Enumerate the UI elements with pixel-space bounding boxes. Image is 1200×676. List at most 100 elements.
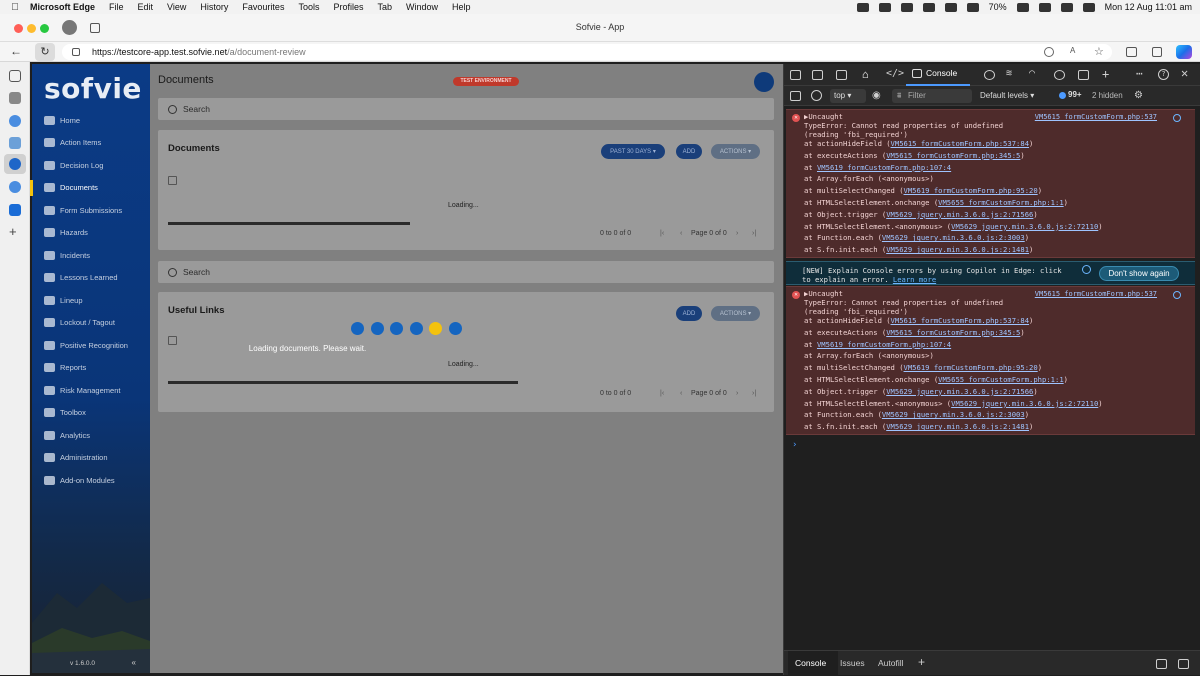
- add-document-button[interactable]: ADD: [676, 144, 702, 159]
- sidebar-item-administration[interactable]: Administration: [44, 448, 108, 468]
- first-page-icon[interactable]: |‹: [660, 390, 664, 397]
- sidebar-item-positive-recognition[interactable]: Positive Recognition: [44, 335, 128, 355]
- sidebar-item-add-on-modules[interactable]: Add-on Modules: [44, 470, 115, 490]
- zoom-icon[interactable]: [1044, 47, 1054, 57]
- add-link-button[interactable]: ADD: [676, 306, 702, 321]
- links-actions-button[interactable]: ACTIONS ▾: [711, 306, 760, 321]
- url-field[interactable]: https://testcore-app.test.sofvie.net/a/d…: [62, 44, 1112, 60]
- tab-favicon[interactable]: [9, 181, 21, 193]
- menu-edit[interactable]: Edit: [138, 2, 154, 12]
- stack-frame-link[interactable]: VM5629 jquery.min.3.6.0.js:2:3003: [882, 233, 1025, 242]
- prev-page-icon[interactable]: ‹: [680, 390, 682, 397]
- split-screen-icon[interactable]: [1126, 47, 1137, 57]
- dock-icon[interactable]: [836, 70, 847, 80]
- stack-frame-link[interactable]: VM5615 formCustomForm.php:537:84: [891, 316, 1029, 325]
- sidebar-item-decision-log[interactable]: Decision Log: [44, 155, 103, 175]
- new-tab-icon[interactable]: +: [9, 224, 17, 239]
- wifi-icon[interactable]: [1038, 2, 1051, 12]
- sofvie-logo[interactable]: sofvie: [44, 72, 142, 105]
- last-page-icon[interactable]: ›|: [752, 390, 756, 397]
- stack-frame-link[interactable]: VM5655 formCustomForm.php:1:1: [938, 375, 1064, 384]
- network-wifi-icon[interactable]: ≋: [1006, 68, 1012, 79]
- menu-tab[interactable]: Tab: [377, 2, 392, 12]
- menu-file[interactable]: File: [109, 2, 124, 12]
- sidebar-item-hazards[interactable]: Hazards: [44, 223, 88, 243]
- next-page-icon[interactable]: ›: [736, 390, 738, 397]
- drawer-tab-console[interactable]: Console: [795, 658, 826, 668]
- menu-profiles[interactable]: Profiles: [333, 2, 363, 12]
- log-levels-select[interactable]: Default levels ▾: [980, 91, 1034, 100]
- select-all-checkbox[interactable]: [168, 176, 177, 185]
- elements-icon[interactable]: </>: [886, 68, 904, 79]
- apple-icon[interactable]: : [0, 2, 30, 13]
- status-icon[interactable]: [856, 2, 869, 12]
- stack-frame-link[interactable]: VM5629 jquery.min.3.6.0.js:2:72110: [951, 399, 1098, 408]
- read-aloud-icon[interactable]: A: [1070, 46, 1075, 55]
- copilot-explain-icon[interactable]: [1082, 265, 1091, 274]
- tab-favicon[interactable]: [9, 204, 21, 216]
- stack-frame-link[interactable]: VM5615 formCustomForm.php:345:5: [886, 151, 1020, 160]
- tab-console[interactable]: Console: [912, 68, 957, 78]
- issues-count[interactable]: 99+: [1068, 90, 1082, 99]
- stack-frame-link[interactable]: VM5615 formCustomForm.php:537:84: [891, 139, 1029, 148]
- stack-frame-link[interactable]: VM5629 jquery.min.3.6.0.js:2:1481: [886, 245, 1029, 254]
- sidebar-item-lineup[interactable]: Lineup: [44, 290, 83, 310]
- prev-page-icon[interactable]: ‹: [680, 230, 682, 237]
- sidebar-item-reports[interactable]: Reports: [44, 358, 86, 378]
- sidebar-item-lockout-tagout[interactable]: Lockout / Tagout: [44, 313, 115, 333]
- help-icon[interactable]: ?: [1158, 69, 1169, 80]
- battery-icon[interactable]: [1016, 2, 1029, 12]
- memory-gear-icon[interactable]: [1054, 70, 1065, 80]
- stack-frame-link[interactable]: VM5629 jquery.min.3.6.0.js:2:71566: [886, 387, 1033, 396]
- application-icon[interactable]: [1078, 70, 1089, 80]
- favorite-star-icon[interactable]: ☆: [1094, 45, 1104, 58]
- extensions-icon[interactable]: [1152, 47, 1162, 57]
- cloud-icon[interactable]: [922, 2, 935, 12]
- stack-frame-link[interactable]: VM5655 formCustomForm.php:1:1: [938, 198, 1064, 207]
- learn-more-link[interactable]: Learn more: [893, 275, 936, 284]
- copilot-explain-icon[interactable]: [1173, 291, 1181, 299]
- search-icon[interactable]: [1060, 2, 1073, 12]
- collapse-sidebar-icon[interactable]: «: [132, 658, 136, 667]
- links-search-input[interactable]: Search: [158, 261, 774, 283]
- copilot-explain-icon[interactable]: [1173, 114, 1181, 122]
- clear-console-icon[interactable]: [811, 90, 822, 101]
- next-page-icon[interactable]: ›: [736, 230, 738, 237]
- error-source-link[interactable]: VM5615 formCustomForm.php:537: [1035, 113, 1157, 121]
- console-prompt[interactable]: ›: [792, 440, 797, 450]
- stack-frame-link[interactable]: VM5629 jquery.min.3.6.0.js:2:71566: [886, 210, 1033, 219]
- copilot-icon[interactable]: [1176, 45, 1192, 59]
- context-select[interactable]: top ▾: [830, 89, 866, 103]
- drawer-tab-autofill[interactable]: Autofill: [878, 658, 904, 668]
- documents-actions-button[interactable]: ACTIONS ▾: [711, 144, 760, 159]
- cloud-icon[interactable]: [944, 2, 957, 12]
- error-source-link[interactable]: VM5615 formCustomForm.php:537: [1035, 290, 1157, 298]
- welcome-home-icon[interactable]: ⌂: [862, 68, 869, 81]
- stack-frame-link[interactable]: VM5629 jquery.min.3.6.0.js:2:72110: [951, 222, 1098, 231]
- performance-icon[interactable]: ◠: [1029, 68, 1035, 79]
- device-emulation-icon[interactable]: [812, 70, 823, 80]
- dont-show-again-button[interactable]: Don't show again: [1099, 266, 1179, 281]
- documents-search-input[interactable]: Search: [158, 98, 774, 120]
- past-30-days-button[interactable]: PAST 30 DAYS ▾: [601, 144, 665, 159]
- menu-favourites[interactable]: Favourites: [242, 2, 284, 12]
- menu-window[interactable]: Window: [406, 2, 438, 12]
- stack-frame-link[interactable]: VM5615 formCustomForm.php:345:5: [886, 328, 1020, 337]
- sidebar-item-action-items[interactable]: Action Items: [44, 133, 101, 153]
- refresh-icon[interactable]: ↻: [35, 43, 55, 61]
- sidebar-item-analytics[interactable]: Analytics: [44, 425, 90, 445]
- cloud-icon[interactable]: [900, 2, 913, 12]
- control-center-icon[interactable]: [1082, 2, 1095, 12]
- tab-favicon[interactable]: [9, 137, 21, 149]
- last-page-icon[interactable]: ›|: [752, 230, 756, 237]
- tab-favicon[interactable]: [9, 115, 21, 127]
- more-tools-plus-icon[interactable]: +: [1102, 67, 1109, 81]
- sidebar-item-toolbox[interactable]: Toolbox: [44, 403, 86, 423]
- console-filter-input[interactable]: ⩩ Filter: [892, 89, 972, 103]
- drawer-tab-issues[interactable]: Issues: [840, 658, 865, 668]
- sources-bug-icon[interactable]: [984, 70, 995, 80]
- inspect-element-icon[interactable]: [790, 70, 801, 80]
- first-page-icon[interactable]: |‹: [660, 230, 664, 237]
- cloud-icon[interactable]: [966, 2, 979, 12]
- stack-frame-link[interactable]: VM5619 formCustomForm.php:95:20: [904, 363, 1038, 372]
